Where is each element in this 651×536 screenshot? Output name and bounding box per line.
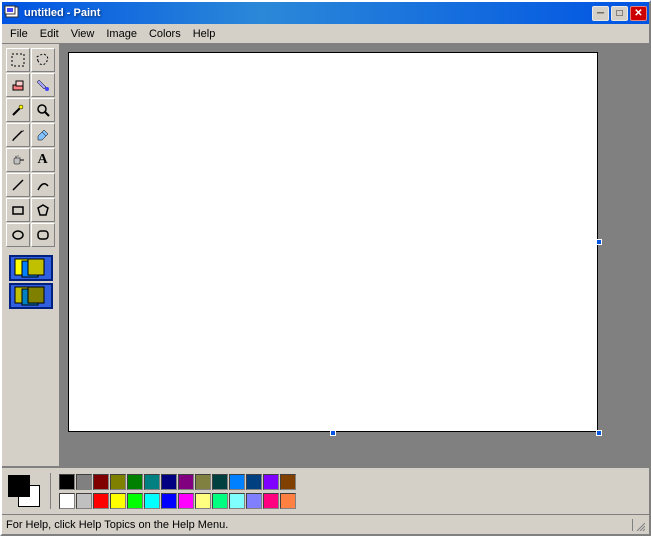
color-swatch[interactable] [212, 474, 228, 490]
color-swatch[interactable] [263, 474, 279, 490]
tool-ellipse[interactable] [6, 223, 30, 247]
tool-magnifier[interactable] [31, 98, 55, 122]
resize-grip[interactable] [633, 519, 645, 531]
titlebar-buttons: ─ □ ✕ [592, 6, 647, 21]
palette-divider [50, 473, 51, 509]
palette-bar [2, 466, 649, 514]
menu-colors[interactable]: Colors [143, 26, 187, 42]
titlebar-left: untitled - Paint [4, 5, 100, 21]
titlebar: untitled - Paint ─ □ ✕ [2, 2, 649, 24]
color-swatch[interactable] [246, 493, 262, 509]
tool-rounded-rect[interactable] [31, 223, 55, 247]
color-swatch[interactable] [144, 493, 160, 509]
menu-help[interactable]: Help [187, 26, 222, 42]
menubar: File Edit View Image Colors Help [2, 24, 649, 44]
color-swatch[interactable] [59, 474, 75, 490]
statusbar: For Help, click Help Topics on the Help … [2, 514, 649, 534]
color-swatch[interactable] [110, 474, 126, 490]
special-tool-1[interactable] [9, 255, 53, 281]
paint-window: untitled - Paint ─ □ ✕ File Edit View Im… [0, 0, 651, 536]
tool-pencil[interactable] [6, 123, 30, 147]
special-tool-2[interactable] [9, 283, 53, 309]
tool-color-pick[interactable] [6, 98, 30, 122]
color-swatch[interactable] [178, 493, 194, 509]
tool-eraser[interactable] [6, 73, 30, 97]
close-button[interactable]: ✕ [630, 6, 647, 21]
menu-image[interactable]: Image [100, 26, 143, 42]
resize-handle-right[interactable] [596, 239, 602, 245]
color-swatch[interactable] [59, 493, 75, 509]
color-swatch[interactable] [195, 493, 211, 509]
color-swatch[interactable] [76, 474, 92, 490]
tool-grid: A [6, 48, 56, 247]
tool-airbrush[interactable] [6, 148, 30, 172]
window-title: untitled - Paint [24, 7, 100, 19]
tool-rect[interactable] [6, 198, 30, 222]
tool-select-free[interactable] [31, 48, 55, 72]
color-swatch[interactable] [93, 493, 109, 509]
current-colors [6, 473, 42, 509]
color-swatch[interactable] [144, 474, 160, 490]
color-swatch[interactable] [93, 474, 109, 490]
color-swatch[interactable] [161, 493, 177, 509]
color-swatch[interactable] [127, 493, 143, 509]
tool-fill[interactable] [31, 73, 55, 97]
app-icon [4, 5, 20, 21]
minimize-button[interactable]: ─ [592, 6, 609, 21]
tool-line[interactable] [6, 173, 30, 197]
color-swatch[interactable] [110, 493, 126, 509]
color-swatch[interactable] [195, 474, 211, 490]
tool-curve[interactable] [31, 173, 55, 197]
color-swatch[interactable] [263, 493, 279, 509]
color-swatch[interactable] [229, 493, 245, 509]
tool-text[interactable]: A [31, 148, 55, 172]
maximize-button[interactable]: □ [611, 6, 628, 21]
menu-view[interactable]: View [65, 26, 101, 42]
canvas-container[interactable] [60, 44, 649, 466]
color-swatch[interactable] [76, 493, 92, 509]
status-text: For Help, click Help Topics on the Help … [6, 519, 633, 531]
color-swatch[interactable] [161, 474, 177, 490]
color-swatch[interactable] [229, 474, 245, 490]
color-swatch[interactable] [280, 493, 296, 509]
tool-select-rect[interactable] [6, 48, 30, 72]
resize-handle-bottom[interactable] [330, 430, 336, 436]
canvas-wrapper [68, 52, 598, 432]
main-content: A [2, 44, 649, 466]
menu-file[interactable]: File [4, 26, 34, 42]
foreground-color[interactable] [8, 475, 30, 497]
color-swatch[interactable] [127, 474, 143, 490]
color-swatch[interactable] [212, 493, 228, 509]
color-swatch[interactable] [280, 474, 296, 490]
paint-canvas[interactable] [68, 52, 598, 432]
tool-polygon[interactable] [31, 198, 55, 222]
menu-edit[interactable]: Edit [34, 26, 65, 42]
tool-brush[interactable] [31, 123, 55, 147]
color-swatch[interactable] [246, 474, 262, 490]
color-swatches [59, 473, 296, 510]
toolbar: A [2, 44, 60, 466]
color-swatch[interactable] [178, 474, 194, 490]
resize-handle-corner[interactable] [596, 430, 602, 436]
